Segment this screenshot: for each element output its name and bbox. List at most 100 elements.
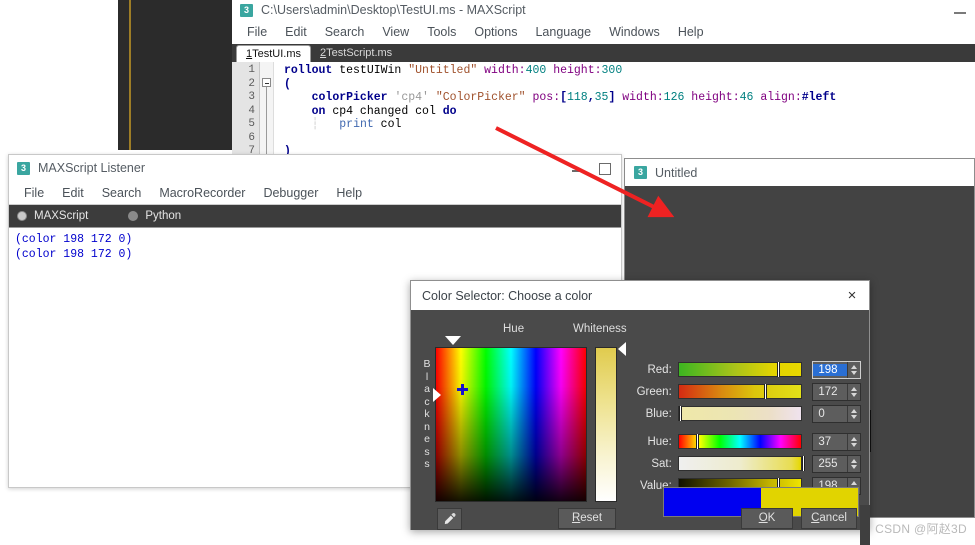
spinner-arrows-sat[interactable] xyxy=(846,455,860,472)
listener-menu-macrorecorder[interactable]: MacroRecorder xyxy=(150,184,254,202)
listener-menu-debugger[interactable]: Debugger xyxy=(254,184,327,202)
menu-options[interactable]: Options xyxy=(465,23,526,41)
editor-fold-margin[interactable] xyxy=(260,62,274,156)
radio-python[interactable]: Python xyxy=(128,210,181,222)
tab-testui-ms[interactable]: 1TestUI.ms xyxy=(236,45,312,62)
background-left-white xyxy=(0,0,118,150)
menu-file[interactable]: File xyxy=(238,23,276,41)
hue-axis-label: Hue xyxy=(503,323,525,335)
line-number: 5 xyxy=(248,118,255,130)
channel-label-red: Red: xyxy=(647,363,672,376)
spinner-arrows-hue[interactable] xyxy=(846,433,860,450)
listener-maximize-button[interactable] xyxy=(591,157,617,179)
screenshot-root: 3 C:\Users\admin\Desktop\TestUI.ms - MAX… xyxy=(0,0,975,545)
listener-menu-help[interactable]: Help xyxy=(327,184,371,202)
rollout-app-icon: 3 xyxy=(634,166,647,179)
color-selector-dialog: Color Selector: Choose a color × Hue Whi… xyxy=(410,280,870,530)
slider-thumb-blue[interactable] xyxy=(678,406,682,421)
maxscript-app-icon: 3 xyxy=(240,3,253,17)
spinner-value-red: 198 xyxy=(813,363,847,376)
slider-thumb-green[interactable] xyxy=(763,384,767,399)
blackness-axis-label: Blackness xyxy=(423,358,431,470)
radio-python-dot xyxy=(128,211,139,221)
color-selector-title: Color Selector: Choose a color xyxy=(422,288,593,303)
fold-guide-line xyxy=(266,87,267,156)
tab-testscript-ms[interactable]: 2TestScript.ms xyxy=(311,45,402,62)
maxscript-menubar: File Edit Search View Tools Options Lang… xyxy=(232,20,975,44)
color-selector-titlebar: Color Selector: Choose a color × xyxy=(411,281,869,310)
eyedropper-glyph xyxy=(444,512,456,525)
slider-red[interactable] xyxy=(677,362,803,377)
channel-row-green: Green: 172 xyxy=(629,382,861,401)
menu-windows[interactable]: Windows xyxy=(600,23,669,41)
channel-row-sat: Sat: 255 xyxy=(629,454,861,473)
spinner-hue[interactable]: 37 xyxy=(812,432,861,451)
channel-row-hue: Hue: 37 xyxy=(629,432,861,451)
eyedropper-icon[interactable] xyxy=(437,508,462,530)
cancel-button[interactable]: Cancel xyxy=(801,508,857,529)
whiteness-slider-marker[interactable] xyxy=(618,342,626,356)
maxscript-minimize-button[interactable] xyxy=(951,8,969,18)
listener-menu-file[interactable]: File xyxy=(15,184,53,202)
tab-1-label: TestUI.ms xyxy=(252,48,302,60)
listener-titlebar: 3 MAXScript Listener xyxy=(9,155,621,181)
background-gold-divider xyxy=(129,0,131,150)
line-number: 4 xyxy=(248,104,255,117)
watermark-text: CSDN @阿赵3D xyxy=(875,522,967,536)
editor-code-text[interactable]: rollout testUIWin "Untitled" width:400 h… xyxy=(274,62,975,156)
hue-slider-marker[interactable] xyxy=(445,336,461,345)
spinner-red[interactable]: 198 xyxy=(812,360,861,379)
slider-thumb-sat[interactable] xyxy=(802,456,806,471)
slider-hue[interactable] xyxy=(677,434,803,449)
menu-help[interactable]: Help xyxy=(669,23,713,41)
menu-tools[interactable]: Tools xyxy=(418,23,465,41)
listener-window-title: MAXScript Listener xyxy=(38,161,145,175)
code-editor-area[interactable]: 1234567 rollout testUIWin "Untitled" wid… xyxy=(232,62,975,156)
spinner-green[interactable]: 172 xyxy=(812,382,861,401)
menu-view[interactable]: View xyxy=(373,23,418,41)
channel-label-hue: Hue: xyxy=(647,435,672,448)
slider-thumb-hue[interactable] xyxy=(695,434,699,449)
listener-minimize-button[interactable] xyxy=(565,157,591,179)
listener-menu-search[interactable]: Search xyxy=(93,184,151,202)
listener-engine-selector: MAXScript Python xyxy=(9,205,621,227)
ok-button[interactable]: OK xyxy=(741,508,793,529)
color-gradient-field[interactable] xyxy=(435,347,587,502)
spinner-arrows-red[interactable] xyxy=(846,361,860,378)
fold-collapse-icon[interactable] xyxy=(262,78,271,87)
reset-button[interactable]: Reset xyxy=(558,508,616,529)
spinner-value-sat: 255 xyxy=(818,457,838,470)
spinner-arrows-blue[interactable] xyxy=(846,405,860,422)
close-icon[interactable]: × xyxy=(841,285,863,306)
menu-edit[interactable]: Edit xyxy=(276,23,316,41)
listener-menu-edit[interactable]: Edit xyxy=(53,184,93,202)
color-selector-body: Hue Whiteness Blackness Red: 198 Green: … xyxy=(411,310,869,530)
slider-green[interactable] xyxy=(677,384,803,399)
menu-language[interactable]: Language xyxy=(526,23,600,41)
spinner-value-green: 172 xyxy=(818,385,838,398)
channel-sliders: Red: 198 Green: 172 Blue: 0 Hue: 37 Sat:… xyxy=(629,360,861,498)
listener-output-line: (color 198 172 0) xyxy=(15,233,133,246)
maxscript-window-title: C:\Users\admin\Desktop\TestUI.ms - MAXSc… xyxy=(261,3,526,17)
listener-menubar: File Edit Search MacroRecorder Debugger … xyxy=(9,181,621,205)
tab-2-label: TestScript.ms xyxy=(326,47,393,59)
channel-label-sat: Sat: xyxy=(651,457,672,470)
whiteness-gradient-column[interactable] xyxy=(595,347,617,502)
slider-blue[interactable] xyxy=(677,406,803,421)
radio-maxscript-label: MAXScript xyxy=(34,210,89,222)
slider-sat[interactable] xyxy=(677,456,806,471)
line-number: 1 xyxy=(248,64,255,76)
maxscript-editor-window: 3 C:\Users\admin\Desktop\TestUI.ms - MAX… xyxy=(232,0,975,156)
listener-app-icon: 3 xyxy=(17,161,30,175)
spinner-arrows-green[interactable] xyxy=(846,383,860,400)
cancel-button-rest: ancel xyxy=(819,512,847,524)
radio-maxscript[interactable]: MAXScript xyxy=(17,210,88,222)
slider-thumb-red[interactable] xyxy=(776,362,780,377)
spinner-sat[interactable]: 255 xyxy=(812,454,861,473)
blackness-slider-marker[interactable] xyxy=(433,388,441,402)
line-number: 2 xyxy=(248,77,255,90)
whiteness-axis-label: Whiteness xyxy=(573,323,627,335)
channel-row-blue: Blue: 0 xyxy=(629,404,861,423)
menu-search[interactable]: Search xyxy=(316,23,374,41)
spinner-blue[interactable]: 0 xyxy=(812,404,861,423)
